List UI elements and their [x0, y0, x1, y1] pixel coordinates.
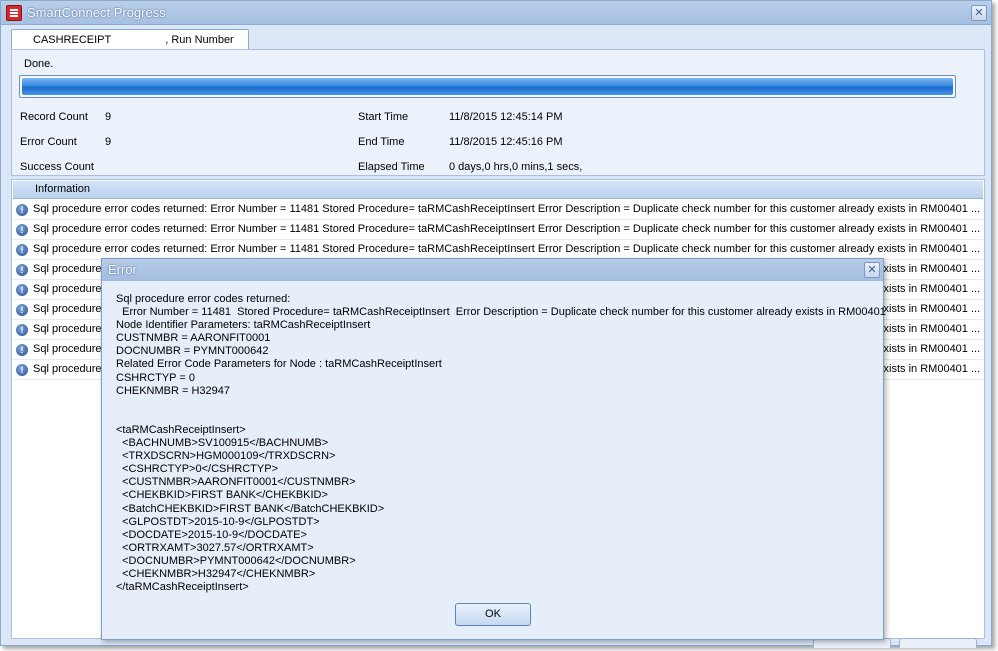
end-time-label: End Time — [358, 136, 405, 148]
progress-panel: Done. Record Count 9 Error Count 9 Succe… — [11, 49, 985, 176]
redacted-area — [111, 42, 165, 43]
record-count-label: Record Count — [20, 111, 88, 123]
error-count-label: Error Count — [20, 136, 77, 148]
info-icon: ! — [16, 284, 28, 296]
record-count-value: 9 — [105, 111, 112, 123]
background-button-2 — [899, 638, 977, 648]
start-time-label: Start Time — [358, 111, 409, 123]
error-dialog-title: Error — [108, 262, 137, 277]
tab-prefix: CASHRECEIPT — [33, 34, 112, 46]
list-item-text: Sql procedure error codes returned: Erro… — [33, 243, 981, 255]
error-message: Sql procedure error codes returned: Erro… — [116, 293, 886, 594]
dialog-close-icon[interactable]: ✕ — [864, 262, 880, 278]
status-text: Done. — [24, 58, 54, 70]
elapsed-time-label: Elapsed Time — [358, 161, 425, 173]
error-count-value: 9 — [105, 136, 112, 148]
tab-run[interactable]: CASHRECEIPT, Run Number 11 — [11, 29, 249, 66]
error-dialog: Error ✕ Sql procedure error codes return… — [101, 258, 886, 640]
progress-bar-fill — [22, 78, 953, 95]
window-titlebar[interactable]: SmartConnect Progress ✕ — [1, 1, 991, 25]
list-item[interactable]: ! Sql procedure error codes returned: Err… — [13, 200, 983, 220]
info-icon: ! — [16, 324, 28, 336]
start-time-value: 11/8/2015 12:45:14 PM — [449, 111, 563, 123]
info-icon: ! — [16, 224, 28, 236]
info-icon: ! — [16, 204, 28, 216]
list-item-text: Sql procedure error codes returned: Erro… — [33, 223, 981, 235]
list-column-header[interactable]: Information — [13, 181, 983, 199]
window-close-icon[interactable]: ✕ — [971, 5, 987, 21]
list-item[interactable]: ! Sql procedure error codes returned: Err… — [13, 220, 983, 240]
info-icon: ! — [16, 304, 28, 316]
end-time-value: 11/8/2015 12:45:16 PM — [449, 136, 563, 148]
info-icon: ! — [16, 364, 28, 376]
progress-bar — [19, 75, 956, 98]
list-item[interactable]: ! Sql procedure error codes returned: Err… — [13, 240, 983, 260]
window-title: SmartConnect Progress — [27, 5, 166, 20]
smartconnect-app-icon — [6, 5, 22, 21]
elapsed-time-value: 0 days,0 hrs,0 mins,1 secs, — [449, 161, 583, 173]
info-icon: ! — [16, 264, 28, 276]
success-count-label: Success Count — [20, 161, 94, 173]
info-icon: ! — [16, 244, 28, 256]
info-icon: ! — [16, 344, 28, 356]
error-dialog-titlebar[interactable]: Error ✕ — [102, 259, 883, 281]
list-item-text: Sql procedure error codes returned: Erro… — [33, 203, 981, 215]
ok-button[interactable]: OK — [455, 603, 531, 626]
list-header-label: Information — [35, 183, 91, 195]
